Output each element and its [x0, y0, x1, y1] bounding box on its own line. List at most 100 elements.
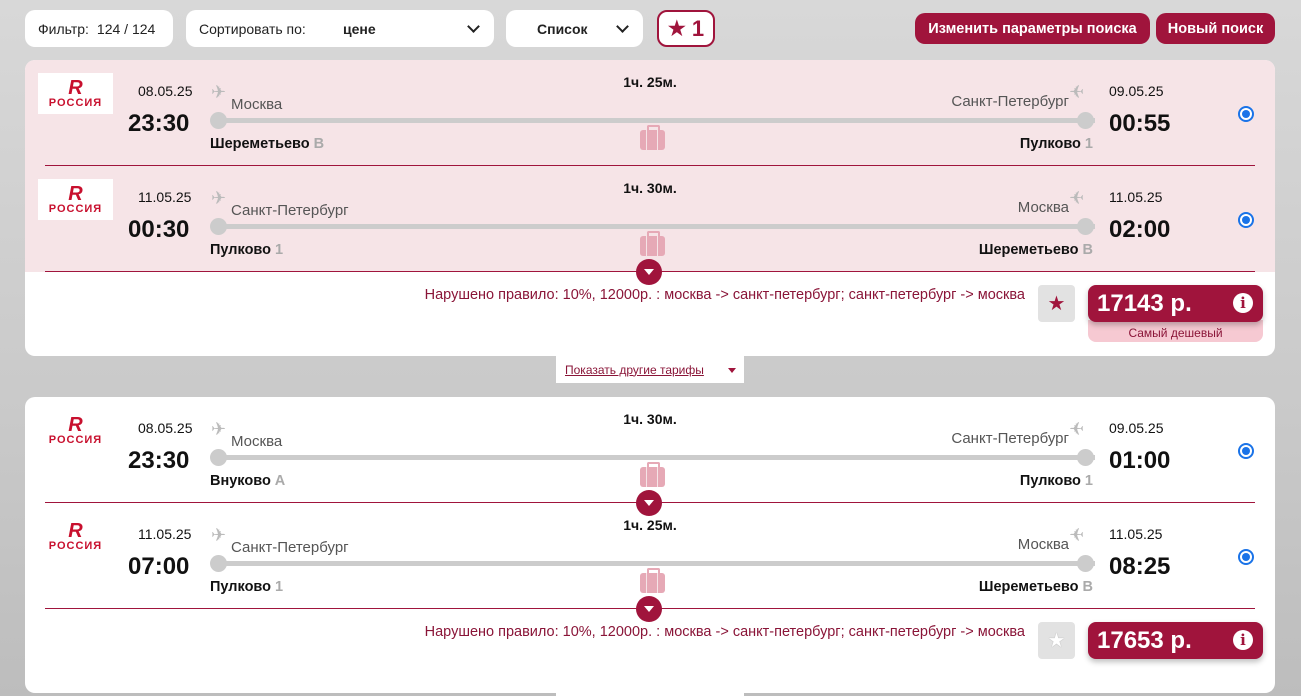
- destination-airport: Шереметьево B: [978, 579, 1093, 595]
- terminal: B: [1082, 579, 1093, 595]
- baggage-icon: [640, 125, 665, 150]
- arrival-date: 09.05.25: [1109, 420, 1164, 436]
- show-other-tariffs-link[interactable]: Показать другие тарифы: [556, 356, 744, 383]
- expand-details-button[interactable]: [636, 596, 662, 622]
- terminal: 1: [1084, 136, 1093, 152]
- takeoff-icon: ✈: [211, 188, 227, 208]
- route-start-dot: [210, 112, 227, 129]
- departure-time: 07:00: [128, 553, 190, 580]
- sort-select[interactable]: Сортировать по: цене: [186, 10, 494, 47]
- route-end-dot: [1077, 555, 1094, 572]
- route-start-dot: [210, 555, 227, 572]
- info-icon[interactable]: i: [1233, 293, 1253, 313]
- arrival-time: 02:00: [1109, 216, 1171, 243]
- segment-radio[interactable]: [1238, 106, 1254, 122]
- takeoff-icon: ✈: [211, 419, 227, 439]
- route-start-dot: [210, 449, 227, 466]
- flight-segment: R РОССИЯ 08.05.25 23:30 1ч. 30м. ✈ ✈ Моск…: [25, 397, 1275, 503]
- departure-date: 08.05.25: [138, 420, 193, 436]
- route-end-dot: [1077, 218, 1094, 235]
- takeoff-icon: ✈: [211, 525, 227, 545]
- segment-radio[interactable]: [1238, 443, 1254, 459]
- price-box[interactable]: 17143 р. i Самый дешевый: [1088, 285, 1263, 342]
- departure-time: 00:30: [128, 216, 190, 243]
- origin-airport: Шереметьево B: [210, 136, 325, 152]
- expand-details-button[interactable]: [636, 259, 662, 285]
- origin-airport: Пулково 1: [210, 242, 284, 258]
- origin-city: Москва: [231, 96, 283, 113]
- arrival-time: 08:25: [1109, 553, 1171, 580]
- flight-duration: 1ч. 30м.: [623, 180, 677, 196]
- price-value: 17143 р.: [1097, 289, 1192, 317]
- arrival-date: 11.05.25: [1109, 189, 1163, 205]
- show-other-tariffs-tab[interactable]: [556, 692, 744, 696]
- favorite-toggle[interactable]: ★: [1038, 285, 1075, 322]
- landing-icon: ✈: [1069, 525, 1085, 545]
- departure-date: 11.05.25: [138, 189, 192, 205]
- toolbar: Фильтр: 124 / 124 Сортировать по: цене С…: [25, 10, 1275, 48]
- destination-city: Санкт-Петербург: [951, 93, 1069, 110]
- route-line: [211, 118, 1095, 123]
- filter-box[interactable]: Фильтр: 124 / 124: [25, 10, 173, 47]
- favorites-button[interactable]: ★ 1: [657, 10, 715, 47]
- star-icon: ★: [667, 18, 686, 40]
- origin-airport: Пулково 1: [210, 579, 284, 595]
- favorites-count: 1: [691, 15, 705, 41]
- terminal: A: [274, 473, 286, 489]
- info-icon[interactable]: i: [1233, 630, 1253, 650]
- price-button[interactable]: 17143 р. i: [1088, 285, 1263, 322]
- flight-duration: 1ч. 25м.: [623, 74, 677, 90]
- landing-icon: ✈: [1069, 82, 1085, 102]
- destination-airport: Пулково 1: [1019, 473, 1093, 489]
- segment-radio[interactable]: [1238, 549, 1254, 565]
- filter-count: 124 / 124: [96, 20, 156, 37]
- flight-duration: 1ч. 25м.: [623, 517, 677, 533]
- policy-violation-text: Нарушено правило: 10%, 12000р. : москва …: [424, 624, 1025, 640]
- cheapest-badge: Самый дешевый: [1088, 320, 1263, 342]
- route-line: [211, 455, 1095, 460]
- price-value: 17653 р.: [1097, 626, 1192, 654]
- route-line: [211, 224, 1095, 229]
- route-line: [211, 561, 1095, 566]
- favorite-toggle[interactable]: ★: [1038, 622, 1075, 659]
- policy-violation-text: Нарушено правило: 10%, 12000р. : москва …: [424, 287, 1025, 303]
- terminal: B: [313, 136, 325, 152]
- terminal: 1: [275, 242, 284, 258]
- origin-city: Санкт-Петербург: [231, 539, 349, 556]
- takeoff-icon: ✈: [211, 82, 227, 102]
- departure-date: 08.05.25: [138, 83, 193, 99]
- view-select[interactable]: Список: [506, 10, 643, 47]
- star-icon: ★: [1047, 293, 1066, 315]
- departure-time: 23:30: [128, 110, 190, 137]
- flight-segment: R РОССИЯ 08.05.25 23:30 1ч. 25м. ✈ ✈ Моск…: [25, 60, 1275, 166]
- flight-segment: R РОССИЯ 11.05.25 07:00 1ч. 25м. ✈ ✈ Санк…: [25, 503, 1275, 609]
- price-button[interactable]: 17653 р. i: [1088, 622, 1263, 659]
- price-box[interactable]: 17653 р. i: [1088, 622, 1263, 659]
- arrival-date: 09.05.25: [1109, 83, 1164, 99]
- baggage-icon: [640, 231, 665, 256]
- route-start-dot: [210, 218, 227, 235]
- landing-icon: ✈: [1069, 419, 1085, 439]
- view-value: Список: [537, 20, 588, 37]
- filter-label: Фильтр:: [38, 20, 89, 37]
- departure-date: 11.05.25: [138, 526, 192, 542]
- destination-city: Москва: [1017, 199, 1069, 216]
- arrival-date: 11.05.25: [1109, 526, 1163, 542]
- terminal: 1: [275, 579, 284, 595]
- segment-radio[interactable]: [1238, 212, 1254, 228]
- chevron-down-icon: [616, 20, 629, 33]
- terminal: B: [1082, 242, 1093, 258]
- sort-label: Сортировать по:: [199, 20, 306, 37]
- arrival-time: 01:00: [1109, 447, 1171, 474]
- destination-city: Москва: [1017, 536, 1069, 553]
- route-end-dot: [1077, 112, 1094, 129]
- origin-city: Москва: [231, 433, 283, 450]
- flight-segment: R РОССИЯ 11.05.25 00:30 1ч. 30м. ✈ ✈ Санк…: [25, 166, 1275, 272]
- origin-airport: Внуково A: [210, 473, 286, 489]
- baggage-icon: [640, 462, 665, 487]
- route-end-dot: [1077, 449, 1094, 466]
- new-search-button[interactable]: Новый поиск: [1156, 13, 1275, 44]
- offer-card: R РОССИЯ 08.05.25 23:30 1ч. 30м. ✈ ✈ Моск…: [25, 397, 1275, 693]
- change-search-button[interactable]: Изменить параметры поиска: [915, 13, 1150, 44]
- departure-time: 23:30: [128, 447, 190, 474]
